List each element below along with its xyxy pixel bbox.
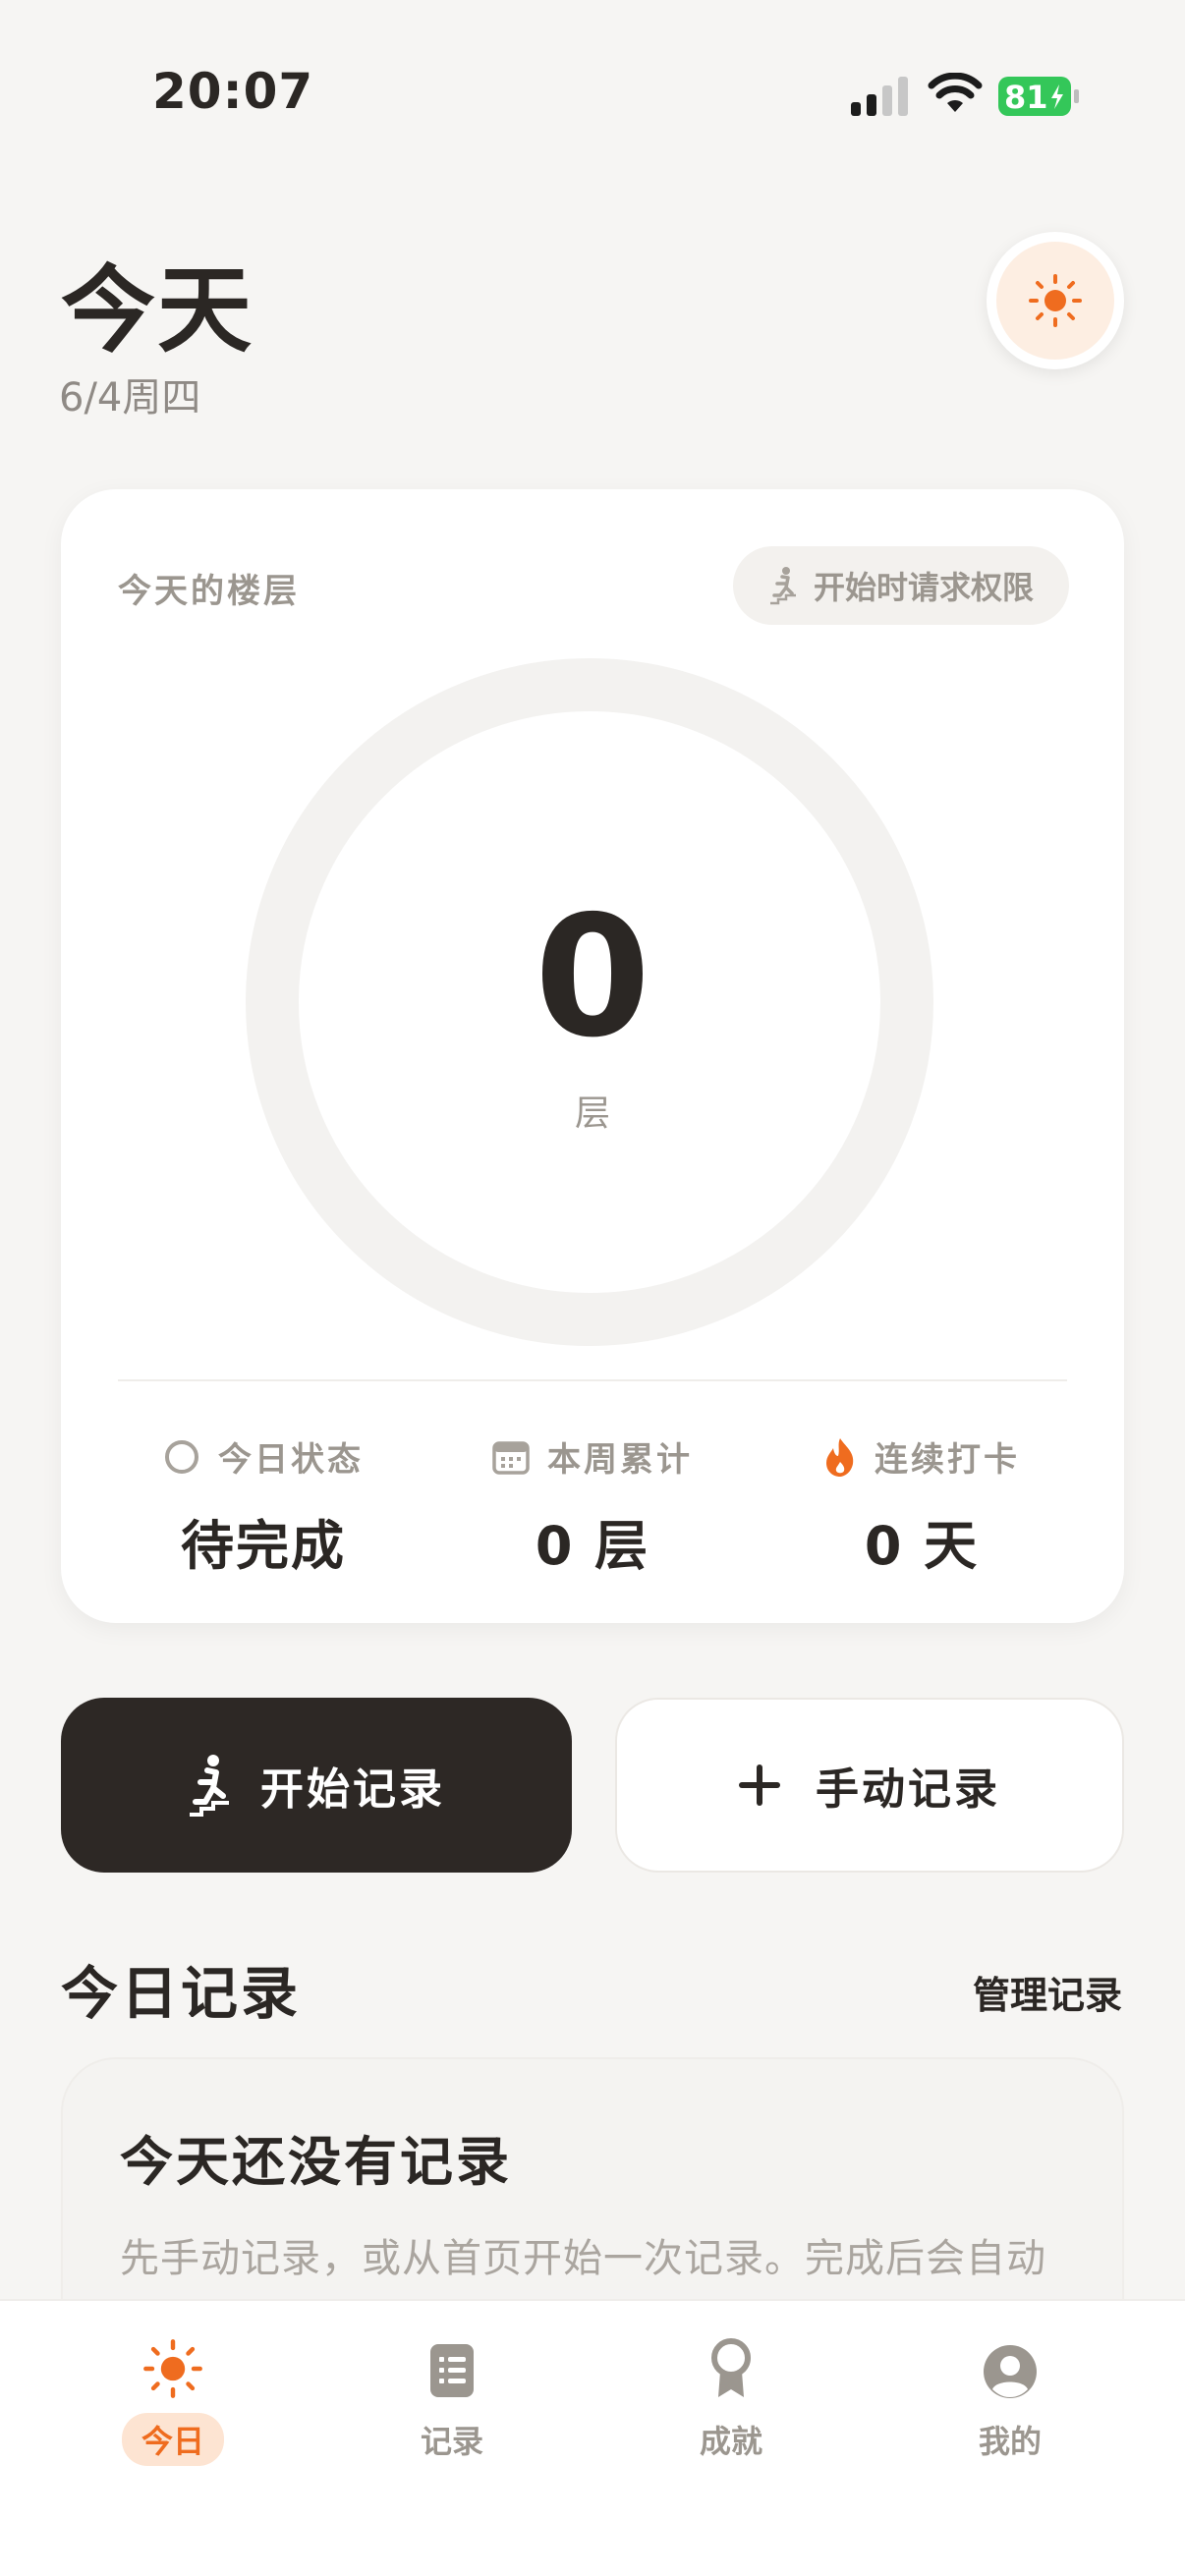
manage-records-link[interactable]: 管理记录: [973, 1965, 1122, 2019]
stat-label-row: 本周累计: [425, 1432, 760, 1481]
battery-indicator: 81: [998, 77, 1081, 116]
floors-card: 今天的楼层 开始时请求权限 0 层 今日状态 待完成 本周累计 0 层 连续打卡…: [61, 489, 1124, 1623]
battery-level: 81: [1004, 79, 1048, 116]
cellular-signal-icon: [851, 77, 908, 116]
stat-value: 0 层: [535, 1515, 650, 1577]
calendar-icon: [492, 1440, 530, 1475]
stat-label-row: 今日状态: [96, 1432, 430, 1481]
start-record-button[interactable]: 开始记录: [61, 1698, 572, 1873]
theme-button-inner: [996, 242, 1114, 360]
start-record-label: 开始记录: [260, 1764, 445, 1815]
tab-bar: 今日 记录 成就 我的: [0, 2299, 1185, 2576]
plus-icon: [739, 1764, 780, 1806]
tab-achievements[interactable]: 成就: [633, 2330, 829, 2468]
tab-label: 今日: [121, 2413, 224, 2466]
flame-icon: [826, 1437, 854, 1477]
stat-label: 本周累计: [547, 1440, 693, 1480]
tab-today[interactable]: 今日: [75, 2330, 271, 2468]
tab-icon-wrap: [428, 2330, 476, 2399]
theme-button[interactable]: [987, 232, 1124, 369]
sun-icon: [1029, 274, 1082, 327]
circle-outline-icon: [165, 1439, 198, 1474]
stairs-person-icon: [190, 1755, 229, 1817]
card-label: 今天的楼层: [118, 572, 300, 611]
stat-value: 0 天: [864, 1515, 980, 1577]
tab-icon-wrap: [142, 2330, 203, 2399]
tab-label: 记录: [420, 2423, 483, 2460]
card-divider: [118, 1379, 1067, 1381]
floor-unit: 层: [574, 1093, 610, 1134]
tab-label: 成就: [699, 2423, 762, 2460]
wifi-icon: [928, 73, 983, 112]
stat-label: 连续打卡: [875, 1440, 1020, 1480]
stat-streak: 连续打卡 0 天: [755, 1432, 1089, 1580]
stat-week-total: 本周累计 0 层: [425, 1432, 760, 1580]
tab-icon-wrap: [983, 2330, 1038, 2399]
section-title: 今日记录: [61, 1960, 302, 2027]
tab-profile[interactable]: 我的: [912, 2330, 1108, 2468]
tab-icon-wrap: [708, 2330, 754, 2399]
stat-label-row: 连续打卡: [755, 1432, 1089, 1481]
list-icon: [430, 2344, 474, 2397]
stairs-person-icon: [769, 567, 796, 605]
tab-records[interactable]: 记录: [354, 2330, 550, 2468]
permission-button[interactable]: 开始时请求权限: [733, 546, 1069, 625]
page-date: 6/4周四: [59, 375, 201, 420]
status-time: 20:07: [152, 63, 314, 120]
medal-icon: [711, 2338, 751, 2397]
stat-today-status: 今日状态 待完成: [96, 1432, 430, 1580]
tab-label: 我的: [978, 2423, 1042, 2460]
stat-value: 待完成: [181, 1515, 346, 1577]
manual-record-button[interactable]: 手动记录: [615, 1698, 1124, 1873]
empty-title: 今天还没有记录: [120, 2131, 512, 2193]
permission-label: 开始时请求权限: [813, 569, 1034, 606]
page-title: 今天: [61, 255, 254, 365]
floor-count: 0: [534, 880, 651, 1075]
sun-icon: [143, 2339, 202, 2398]
user-icon: [984, 2345, 1037, 2398]
stat-label: 今日状态: [218, 1440, 364, 1480]
manual-record-label: 手动记录: [816, 1764, 1000, 1815]
